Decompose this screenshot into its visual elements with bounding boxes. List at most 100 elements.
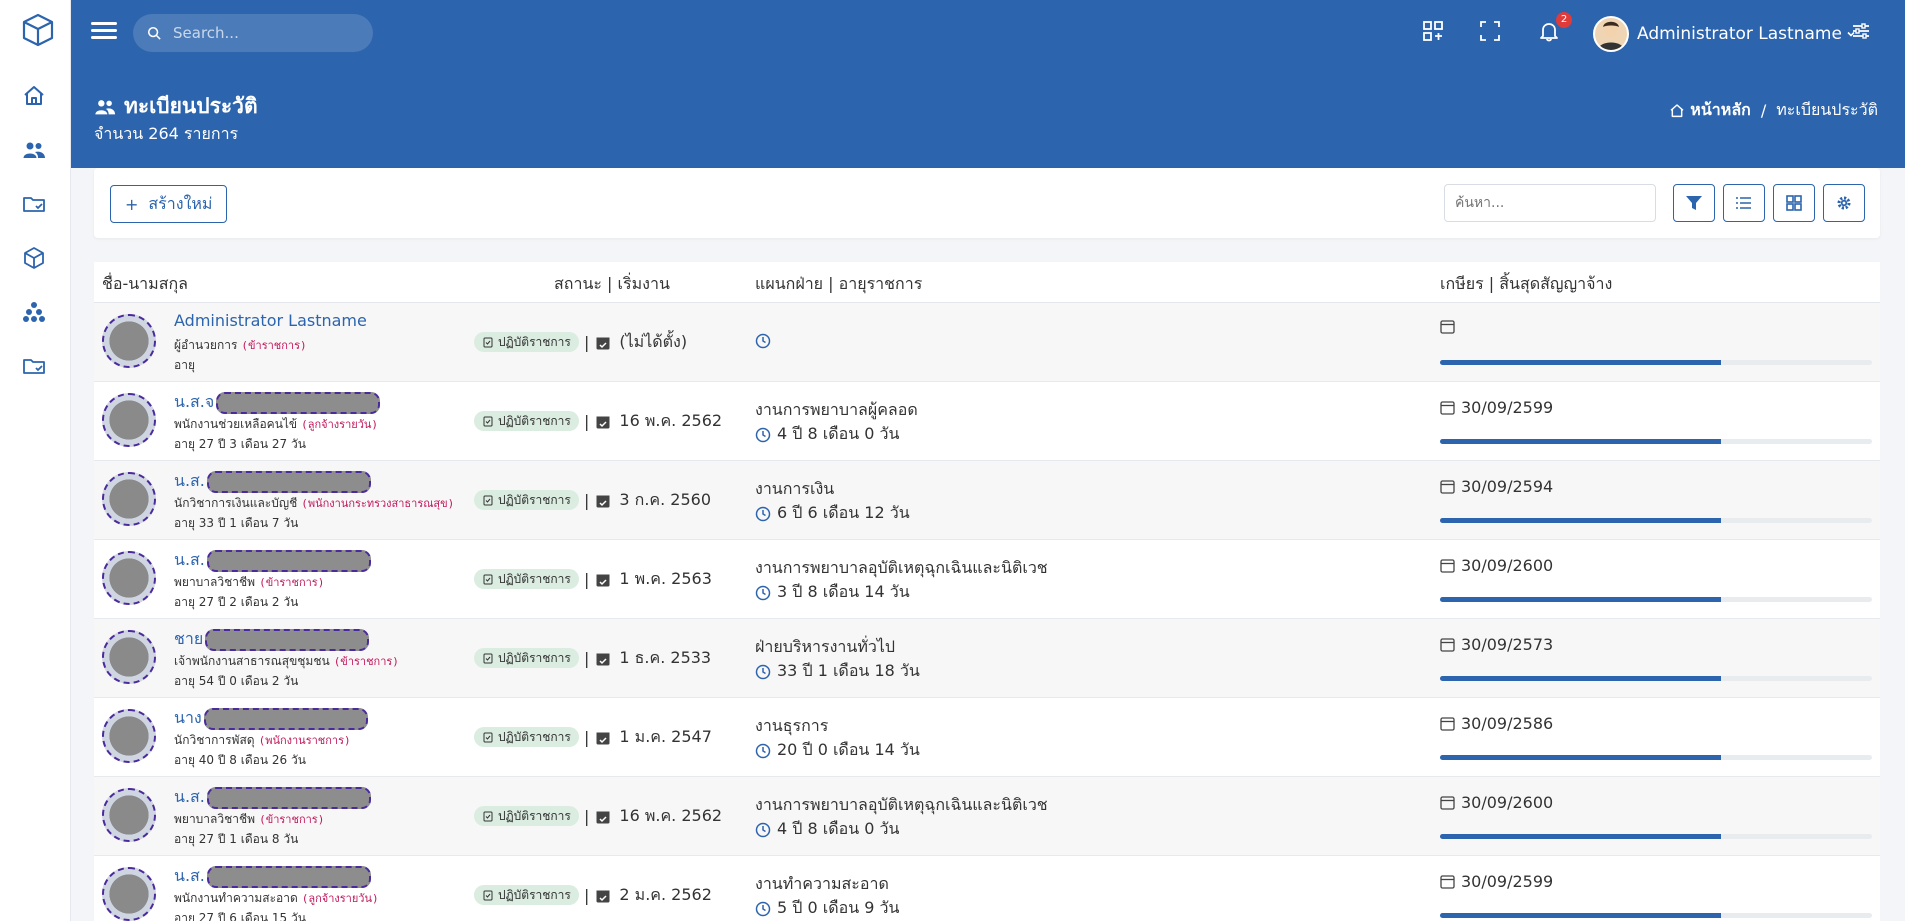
search-icon: [147, 26, 161, 40]
avatar: [102, 867, 156, 921]
table-row[interactable]: น.ส.จ พนักงานช่วยเหลือคนไข้ (ลูกจ้างรายวัน…: [94, 382, 1880, 461]
service-tenure: 3 ปี 8 เดือน 14 วัน: [755, 580, 910, 605]
contract-progress-bar: [1440, 913, 1872, 918]
clipboard-check-icon: [483, 890, 493, 901]
employee-name-text: น.ส.: [174, 787, 205, 806]
table-row[interactable]: ชาย เจ้าพนักงานสาธารณสุขชุมชน (ข้าราชการ) อ…: [94, 619, 1880, 698]
settings-sliders-icon[interactable]: [1850, 20, 1876, 46]
clock-icon: [755, 822, 771, 837]
page-title: ทะเบียนประวัติ: [94, 90, 258, 123]
tenure-text: 33 ปี 1 เดือน 18 วัน: [777, 661, 920, 680]
employee-position: ผู้อำนวยการ (ข้าราชการ): [174, 336, 307, 355]
position-text: พนักงานทำความสะอาด: [174, 891, 298, 905]
service-tenure: 4 ปี 8 เดือน 0 วัน: [755, 422, 899, 447]
clipboard-check-icon: [483, 416, 493, 427]
table-search-input[interactable]: [1444, 184, 1656, 222]
employee-name[interactable]: น.ส.: [174, 864, 371, 889]
employee-position: พยาบาลวิชาชีพ (ข้าราชการ): [174, 573, 324, 592]
create-new-button[interactable]: + สร้างใหม่: [110, 185, 228, 223]
employment-type: (พนักงานราชการ): [258, 734, 351, 747]
clock-icon: [755, 585, 771, 600]
calendar-icon: [1440, 559, 1455, 573]
contract-progress-bar: [1440, 834, 1872, 839]
global-search[interactable]: [133, 14, 373, 52]
redacted-name: [206, 470, 371, 493]
divider: |: [584, 728, 590, 747]
start-date-text: 1 พ.ค. 2563: [619, 569, 712, 588]
header-retire[interactable]: เกษียร | สิ้นสุดสัญญาจ้าง: [1440, 272, 1612, 297]
employee-table: ชื่อ-นามสกุล สถานะ | เริ่มงาน แผนกฝ่าย |…: [94, 262, 1880, 921]
record-count: จำนวน 264 รายการ: [94, 124, 239, 143]
department: งานทำความสะอาด: [755, 874, 889, 893]
header-status[interactable]: สถานะ | เริ่มงาน: [554, 272, 670, 297]
plus-icon: +: [125, 194, 139, 214]
employee-name[interactable]: นาง: [174, 706, 368, 731]
settings-button[interactable]: [1823, 184, 1865, 222]
grid-view-button[interactable]: [1773, 184, 1815, 222]
breadcrumb-home[interactable]: หน้าหลัก: [1669, 98, 1751, 123]
search-input[interactable]: [171, 23, 355, 43]
menu-toggle-icon[interactable]: [91, 18, 117, 46]
retirement-date-text: 30/09/2600: [1461, 556, 1554, 575]
home-icon[interactable]: [20, 82, 48, 110]
avatar: [102, 551, 156, 605]
progress-fill: [1440, 518, 1721, 523]
clock-icon: [755, 743, 771, 758]
avatar: [102, 472, 156, 526]
progress-fill: [1440, 597, 1721, 602]
employee-name[interactable]: น.ส.จ: [174, 390, 381, 415]
employee-name[interactable]: ชาย: [174, 627, 370, 652]
employee-name[interactable]: น.ส.: [174, 469, 371, 494]
progress-fill: [1440, 439, 1721, 444]
status-text: ปฏิบัติราชการ: [498, 729, 571, 744]
box-icon[interactable]: [20, 244, 48, 272]
position-text: พยาบาลวิชาชีพ: [174, 575, 256, 589]
calendar-icon: [1440, 638, 1455, 652]
table-row[interactable]: Administrator Lastname ผู้อำนวยการ (ข้าราช…: [94, 303, 1880, 382]
progress-fill: [1440, 755, 1721, 760]
breadcrumb-home-label: หน้าหลัก: [1690, 100, 1751, 119]
folder-check-icon[interactable]: [20, 352, 48, 380]
table-row[interactable]: น.ส. พยาบาลวิชาชีพ (ข้าราชการ) อายุ 27 ปี 1…: [94, 777, 1880, 856]
status-badge: ปฏิบัติราชการ: [474, 648, 579, 668]
status-badge: ปฏิบัติราชการ: [474, 332, 579, 352]
employee-name-text: Administrator Lastname: [174, 311, 367, 330]
notification-bell-icon[interactable]: 2: [1538, 12, 1572, 46]
header-name[interactable]: ชื่อ-นามสกุล: [102, 272, 188, 297]
table-row[interactable]: นาง นักวิชาการพัสดุ (พนักงานราชการ) อายุ 40…: [94, 698, 1880, 777]
employee-name[interactable]: Administrator Lastname: [174, 311, 367, 330]
clipboard-check-icon: [483, 811, 493, 822]
employee-name[interactable]: น.ส.: [174, 785, 371, 810]
employee-position: นักวิชาการพัสดุ (พนักงานราชการ): [174, 731, 351, 750]
start-date: | 1 ธ.ค. 2533: [584, 646, 711, 671]
tenure-text: 5 ปี 0 เดือน 9 วัน: [777, 898, 900, 917]
start-date: | 16 พ.ค. 2562: [584, 409, 722, 434]
header-dept[interactable]: แผนกฝ่าย | อายุราชการ: [755, 272, 922, 297]
retirement-date-text: 30/09/2586: [1461, 714, 1554, 733]
table-row[interactable]: น.ส. พยาบาลวิชาชีพ (ข้าราชการ) อายุ 27 ปี 2…: [94, 540, 1880, 619]
list-view-button[interactable]: [1723, 184, 1765, 222]
table-row[interactable]: น.ส. นักวิชาการเงินและบัญชี (พนักงานกระทรว…: [94, 461, 1880, 540]
fullscreen-icon[interactable]: [1479, 20, 1505, 46]
table-row[interactable]: น.ส. พนักงานทำความสะอาด (ลูกจ้างรายวัน) อาย…: [94, 856, 1880, 921]
sitemap-icon[interactable]: [20, 298, 48, 326]
retirement-date: 30/09/2599: [1440, 872, 1553, 891]
qr-scan-icon[interactable]: [1422, 20, 1448, 46]
retirement-date: [1440, 319, 1461, 334]
filter-icon: [1686, 196, 1702, 210]
start-date-text: 16 พ.ค. 2562: [619, 411, 723, 430]
filter-button[interactable]: [1673, 184, 1715, 222]
start-date: | 3 ก.ค. 2560: [584, 488, 711, 513]
divider: |: [584, 491, 590, 510]
service-tenure: 4 ปี 8 เดือน 0 วัน: [755, 817, 899, 842]
folder-check-icon[interactable]: [20, 190, 48, 218]
department: งานการพยาบาลอุบัติเหตุฉุกเฉินและนิติเวช: [755, 795, 1048, 814]
user-name[interactable]: Administrator Lastname: [1637, 24, 1842, 44]
cube-logo-icon[interactable]: [20, 12, 56, 48]
user-menu[interactable]: Administrator Lastname: [1593, 16, 1856, 52]
gear-icon: [1837, 196, 1851, 210]
start-date: | 16 พ.ค. 2562: [584, 804, 722, 829]
users-icon[interactable]: [20, 136, 48, 164]
employee-age: อายุ 27 ปี 6 เดือน 15 วัน: [174, 911, 306, 921]
employee-name[interactable]: น.ส.: [174, 548, 371, 573]
